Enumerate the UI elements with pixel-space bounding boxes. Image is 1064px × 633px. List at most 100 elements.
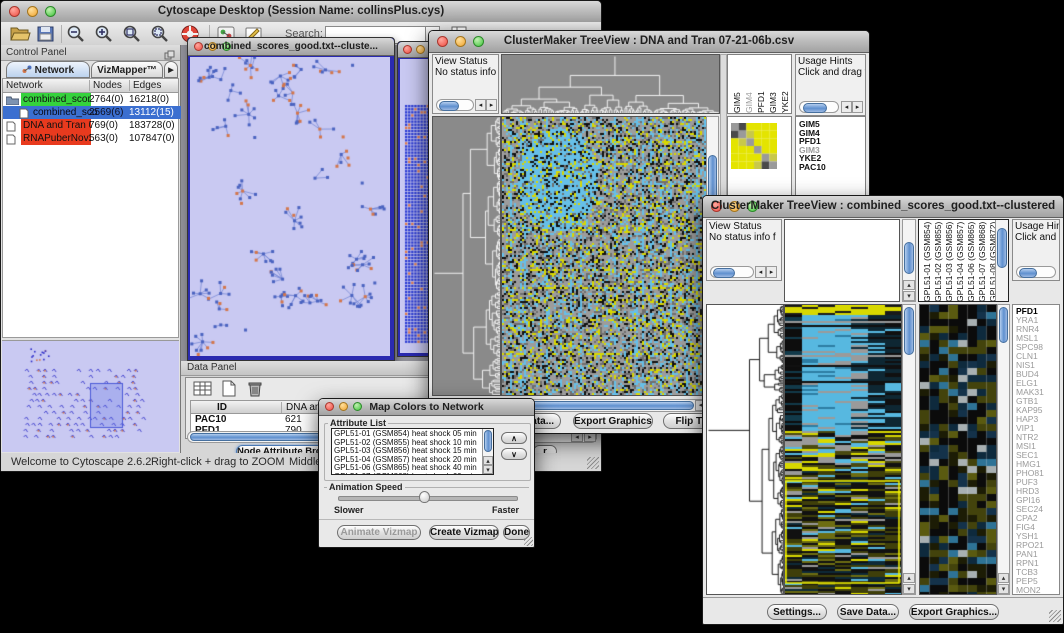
column-dendrogram-canvas[interactable] (501, 54, 720, 114)
tab-vizmapper[interactable]: VizMapper™ (91, 61, 163, 78)
scroll-left-arrow[interactable]: ◂ (755, 266, 766, 278)
col-header-network[interactable]: Network (6, 80, 43, 91)
row-dendrogram-canvas[interactable] (706, 304, 784, 595)
zoom-matrix-canvas[interactable] (731, 123, 777, 169)
zoom-heatmap-canvas[interactable] (919, 304, 997, 595)
slower-label: Slower (334, 505, 364, 515)
save-icon[interactable] (35, 24, 59, 46)
main-titlebar[interactable]: Cytoscape Desktop (Session Name: collins… (1, 1, 601, 23)
usage-hints-scrollbar[interactable] (1016, 266, 1056, 278)
column-labels-scrollbar[interactable] (995, 220, 1008, 301)
scroll-thumb[interactable] (904, 307, 914, 355)
scroll-thumb[interactable] (439, 101, 459, 111)
scroll-thumb[interactable] (904, 242, 914, 274)
zoom-in-icon[interactable] (93, 24, 117, 46)
column-label[interactable]: GPL51-02 (GSM855) (933, 221, 943, 302)
create-vizmap-button[interactable]: Create Vizmap (429, 525, 499, 540)
scroll-right-arrow[interactable]: ▸ (486, 99, 497, 111)
tab-overflow-arrow[interactable]: ▶ (164, 61, 178, 78)
table-mode-icon[interactable] (192, 380, 216, 402)
scroll-up-arrow[interactable]: ▴ (998, 573, 1009, 583)
gene-label[interactable]: PAC10 (799, 163, 826, 172)
scroll-down-arrow[interactable]: ▾ (903, 584, 915, 594)
dialog-titlebar[interactable]: Map Colors to Network (319, 399, 534, 416)
usage-hints-scrollbar[interactable] (799, 101, 839, 113)
network-a-titlebar[interactable]: combined_scores_good.txt--cluste... (188, 38, 394, 56)
column-dendrogram-area[interactable] (784, 219, 900, 302)
network-list-row[interactable]: RNAPuberNov2+563(0)107847(0) (3, 132, 181, 145)
scroll-left-arrow[interactable]: ◂ (475, 99, 486, 111)
column-label[interactable]: YKE2 (780, 57, 790, 113)
scroll-thumb[interactable] (997, 228, 1007, 268)
animate-vizmap-button[interactable]: Animate Vizmap (337, 525, 421, 540)
treeview1-titlebar[interactable]: ClusterMaker TreeView : DNA and Tran 07-… (429, 31, 869, 53)
network-table: Network Nodes Edges combined_scores2764(… (2, 78, 179, 338)
view-status-scrollbar[interactable] (436, 99, 474, 111)
attribute-list-group: Attribute List GPL51-01 (GSM854) heat sh… (324, 423, 531, 481)
network-view-canvas[interactable] (190, 57, 390, 356)
column-label[interactable]: PFD1 (756, 57, 766, 113)
heatmap-vscrollbar[interactable]: ▴ ▾ (902, 304, 916, 595)
column-label[interactable]: GPL51-01 (GSM854) (922, 221, 932, 302)
zoom-fit-icon[interactable] (121, 24, 145, 46)
col-header-nodes[interactable]: Nodes (89, 80, 122, 91)
resize-grip[interactable] (1049, 610, 1061, 622)
data-col-id[interactable]: ID (217, 402, 227, 413)
zoom-out-icon[interactable] (65, 24, 89, 46)
scroll-down-arrow[interactable]: ▾ (483, 465, 493, 474)
attribute-list-item[interactable]: GPL51-07 (GSM868) heat shock 60 min (334, 473, 480, 475)
scroll-thumb[interactable] (803, 103, 827, 113)
column-area-vscrollbar[interactable]: ▴ ▾ (902, 219, 916, 302)
export-graphics-button[interactable]: Export Graphics... (909, 604, 999, 620)
gene-label[interactable]: MON2 (1016, 586, 1044, 595)
column-label[interactable]: GIM5 (732, 57, 742, 113)
zoom-selected-icon[interactable] (149, 24, 173, 46)
network-overview-panel[interactable] (2, 340, 179, 453)
scroll-right-arrow[interactable]: ▸ (852, 101, 863, 113)
treeview2-titlebar[interactable]: ClusterMaker TreeView : combined_scores_… (703, 196, 1063, 218)
column-label[interactable]: GIM3 (768, 57, 778, 113)
column-label[interactable]: GPL51-07 (GSM868) (977, 221, 987, 302)
scroll-thumb[interactable] (999, 307, 1008, 343)
scroll-up-arrow[interactable]: ▴ (483, 456, 493, 465)
scroll-right-arrow[interactable]: ▸ (766, 266, 777, 278)
tab-network[interactable]: Network (6, 61, 90, 78)
column-label[interactable]: GIM4 (744, 57, 754, 113)
open-file-icon[interactable] (9, 24, 33, 46)
resize-grip[interactable] (524, 537, 533, 546)
column-label[interactable]: GPL51-03 (GSM856) (944, 221, 954, 302)
column-label[interactable]: GPL51-04 (GSM857) (955, 221, 965, 302)
scroll-down-arrow[interactable]: ▾ (998, 584, 1009, 594)
zoom-vscrollbar[interactable]: ▴ ▾ (997, 304, 1010, 595)
column-label[interactable]: GPL51-06 (GSM865) (966, 221, 976, 302)
view-status-scrollbar[interactable] (710, 266, 754, 278)
resize-grip[interactable] (587, 457, 599, 469)
row-dendrogram-canvas[interactable] (432, 116, 501, 396)
scroll-down-arrow[interactable]: ▾ (903, 291, 915, 301)
save-data-button[interactable]: Save Data... (837, 604, 899, 620)
move-up-button[interactable]: ∧ (501, 432, 527, 444)
heatmap-canvas[interactable] (501, 116, 707, 396)
trash-icon[interactable] (244, 380, 268, 402)
speed-slider-thumb[interactable] (419, 491, 430, 503)
network-list-row[interactable]: combined_scores2764(0)16218(0) (3, 93, 181, 106)
move-down-button[interactable]: ∨ (501, 448, 527, 460)
overview-canvas[interactable] (2, 341, 179, 452)
minimize-button[interactable] (416, 45, 425, 54)
attribute-list-scrollbar[interactable]: ▴ ▾ (482, 429, 493, 474)
new-doc-icon[interactable] (218, 380, 242, 402)
close-button[interactable] (403, 45, 412, 54)
scroll-up-arrow[interactable]: ▴ (903, 573, 915, 583)
col-header-edges[interactable]: Edges (129, 80, 161, 91)
network-view-canvas[interactable] (400, 59, 431, 353)
network-list-row[interactable]: combined_sco2569(6)13112(15) (3, 106, 181, 119)
export-graphics-button[interactable]: Export Graphics... (573, 413, 653, 429)
settings-button[interactable]: Settings... (767, 604, 827, 620)
scroll-up-arrow[interactable]: ▴ (903, 280, 915, 290)
network-list-row[interactable]: DNA and Tran 07769(0)183728(0) (3, 119, 181, 132)
scroll-thumb[interactable] (713, 268, 735, 278)
scroll-thumb[interactable] (1019, 268, 1037, 278)
scroll-thumb[interactable] (484, 430, 492, 452)
heatmap-canvas[interactable] (784, 304, 902, 595)
scroll-left-arrow[interactable]: ◂ (841, 101, 852, 113)
